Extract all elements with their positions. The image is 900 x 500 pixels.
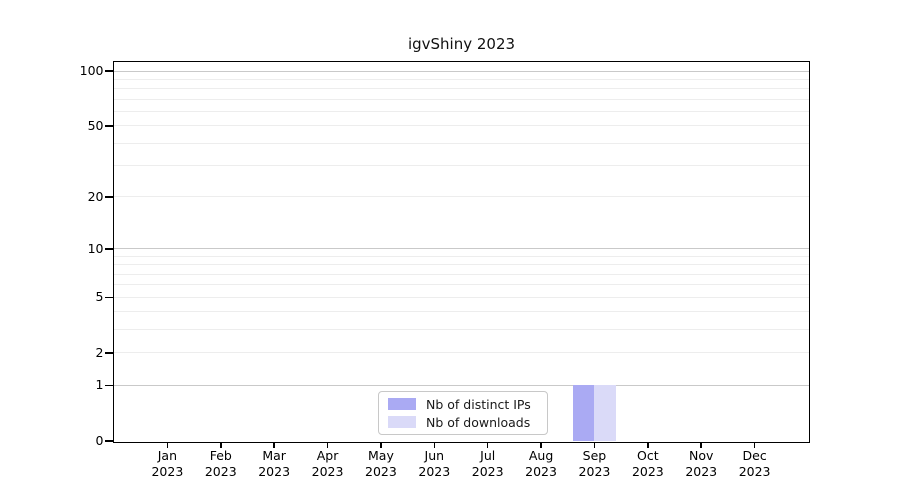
x-tick-year: 2023: [191, 464, 251, 480]
gridline-minor: [114, 284, 809, 285]
x-tick-month: Jan: [137, 448, 197, 464]
x-tick-year: 2023: [725, 464, 785, 480]
legend-swatch: [388, 416, 416, 428]
legend-item-label: Nb of downloads: [426, 415, 530, 430]
gridline-minor: [114, 256, 809, 257]
y-tick-label: 2: [34, 344, 104, 362]
x-tick-label: Jan2023: [137, 448, 197, 480]
x-tick-month: Dec: [725, 448, 785, 464]
gridline-major: [114, 385, 809, 386]
y-tick-label: 5: [34, 288, 104, 306]
x-tick-label: Oct2023: [618, 448, 678, 480]
legend-item-label: Nb of distinct IPs: [426, 397, 531, 412]
y-tick-mark: [105, 248, 113, 250]
gridline-minor: [114, 264, 809, 265]
x-tick-year: 2023: [671, 464, 731, 480]
x-tick-month: Feb: [191, 448, 251, 464]
gridline-minor: [114, 329, 809, 330]
gridline-minor: [114, 311, 809, 312]
y-tick-mark: [105, 352, 113, 354]
x-tick-label: Jun2023: [404, 448, 464, 480]
bar-distinct-ips: [573, 385, 594, 441]
x-tick-label: Nov2023: [671, 448, 731, 480]
x-tick-label: Mar2023: [244, 448, 304, 480]
x-tick-label: Apr2023: [298, 448, 358, 480]
x-tick-label: Feb2023: [191, 448, 251, 480]
bar-downloads: [594, 385, 615, 441]
y-tick-label: 100: [34, 62, 104, 80]
x-tick-year: 2023: [564, 464, 624, 480]
gridline-minor: [114, 297, 809, 298]
gridline-minor: [114, 79, 809, 80]
gridline-minor: [114, 99, 809, 100]
x-tick-month: Jun: [404, 448, 464, 464]
y-tick-mark: [105, 297, 113, 299]
plot-area: 0125102050100Jan2023Feb2023Mar2023Apr202…: [113, 61, 810, 443]
legend-swatch: [388, 398, 416, 410]
y-tick-mark: [105, 70, 113, 72]
legend-item: Nb of downloads: [379, 415, 547, 430]
x-tick-year: 2023: [618, 464, 678, 480]
gridline-minor: [114, 88, 809, 89]
x-tick-year: 2023: [511, 464, 571, 480]
x-tick-month: Mar: [244, 448, 304, 464]
gridline-minor: [114, 352, 809, 353]
x-tick-year: 2023: [458, 464, 518, 480]
x-tick-month: Sep: [564, 448, 624, 464]
gridline-minor: [114, 125, 809, 126]
x-tick-year: 2023: [137, 464, 197, 480]
x-tick-month: Aug: [511, 448, 571, 464]
y-tick-label: 50: [34, 117, 104, 135]
x-tick-label: Aug2023: [511, 448, 571, 480]
x-tick-year: 2023: [404, 464, 464, 480]
y-tick-mark: [105, 385, 113, 387]
x-tick-month: Apr: [298, 448, 358, 464]
y-tick-mark: [105, 125, 113, 127]
x-tick-label: Dec2023: [725, 448, 785, 480]
figure: igvShiny 2023 0125102050100Jan2023Feb202…: [0, 0, 900, 500]
gridline-major: [114, 71, 809, 72]
x-tick-month: Jul: [458, 448, 518, 464]
x-tick-label: May2023: [351, 448, 411, 480]
x-tick-label: Jul2023: [458, 448, 518, 480]
gridline-major: [114, 248, 809, 249]
legend-item: Nb of distinct IPs: [379, 397, 547, 412]
x-tick-label: Sep2023: [564, 448, 624, 480]
gridline-minor: [114, 165, 809, 166]
y-tick-mark: [105, 440, 113, 442]
y-tick-label: 1: [34, 376, 104, 394]
x-tick-year: 2023: [298, 464, 358, 480]
gridline-minor: [114, 111, 809, 112]
gridline-minor: [114, 143, 809, 144]
x-tick-year: 2023: [244, 464, 304, 480]
y-tick-mark: [105, 196, 113, 198]
chart-title: igvShiny 2023: [113, 35, 810, 53]
x-tick-month: Oct: [618, 448, 678, 464]
y-tick-label: 0: [34, 432, 104, 450]
gridline-minor: [114, 196, 809, 197]
x-tick-month: May: [351, 448, 411, 464]
gridline-minor: [114, 274, 809, 275]
y-tick-label: 20: [34, 188, 104, 206]
y-tick-label: 10: [34, 240, 104, 258]
x-tick-month: Nov: [671, 448, 731, 464]
x-tick-year: 2023: [351, 464, 411, 480]
legend: Nb of distinct IPs Nb of downloads: [378, 391, 548, 435]
